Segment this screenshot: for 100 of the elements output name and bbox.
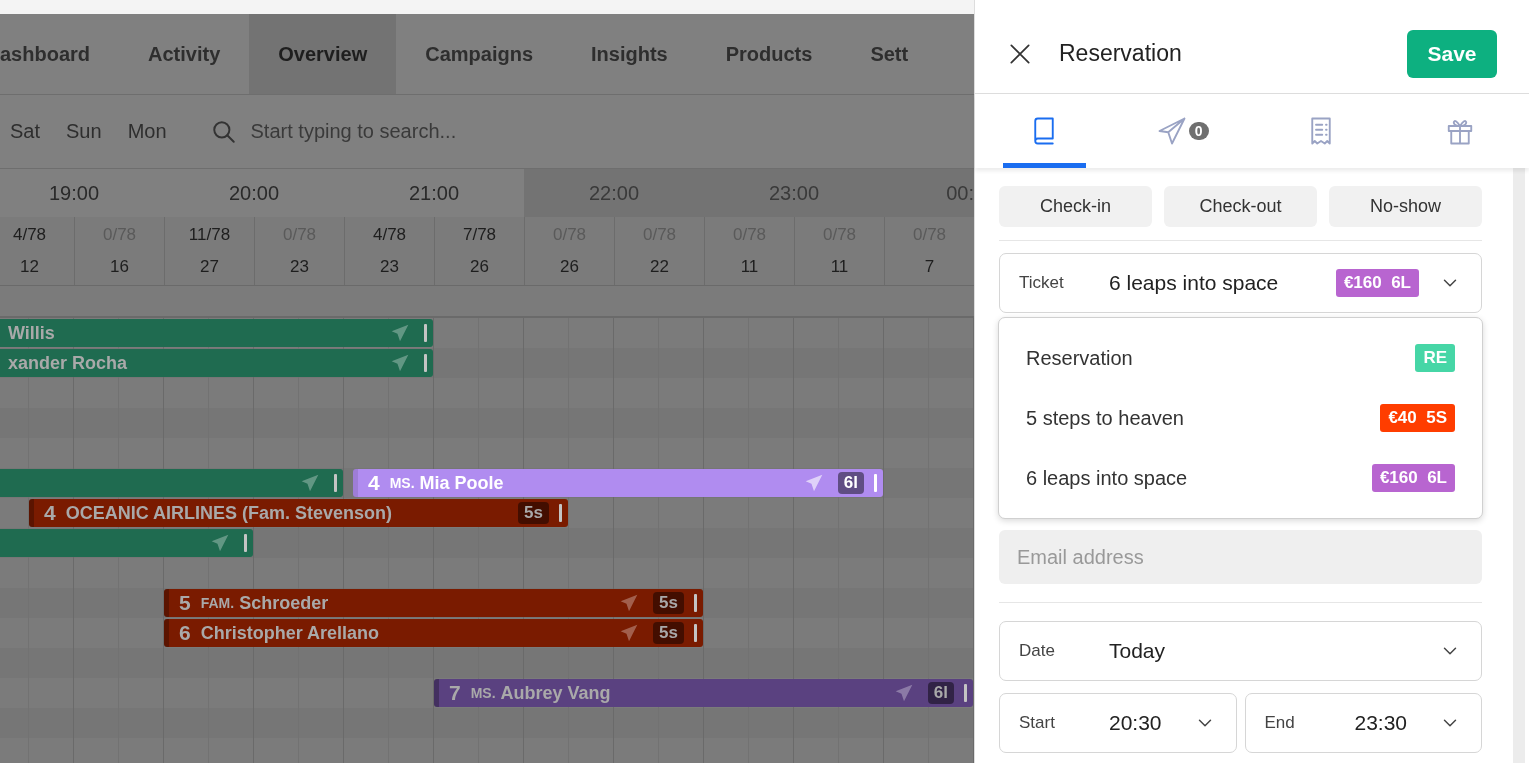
day-tab[interactable]: Sat bbox=[10, 120, 41, 143]
guest-title: MS. bbox=[470, 685, 496, 701]
reservation-bar[interactable]: 5 FAM. Schroeder 5s bbox=[164, 589, 703, 617]
party-size: 7 bbox=[449, 681, 461, 705]
slot-guests: 23 bbox=[290, 257, 309, 277]
search-field[interactable]: Start typing to search... bbox=[250, 120, 581, 143]
slot-guests: 12 bbox=[20, 257, 39, 277]
resize-handle[interactable] bbox=[694, 594, 697, 612]
field-label: Date bbox=[1019, 641, 1056, 661]
nav-tab[interactable]: Overview bbox=[249, 14, 397, 94]
action-button[interactable]: Check-in bbox=[999, 186, 1152, 227]
select-field[interactable]: End 23:30 bbox=[1244, 693, 1482, 753]
nav-tab[interactable]: Products bbox=[696, 14, 842, 94]
guest-name: Schroeder bbox=[239, 592, 329, 614]
party-size: 4 bbox=[368, 471, 380, 495]
option-label: Reservation bbox=[1026, 346, 1133, 370]
dropdown-option[interactable]: 6 leaps into space €160 6L bbox=[999, 448, 1482, 508]
hour-label: 00: bbox=[884, 169, 974, 217]
day-tab[interactable]: Mon bbox=[127, 120, 167, 143]
guest-name: Willis bbox=[8, 322, 55, 344]
slot-guests: 11 bbox=[740, 257, 759, 277]
party-size: 5 bbox=[179, 591, 191, 615]
guest-name: OCEANIC AIRLINES (Fam. Stevenson) bbox=[65, 502, 393, 524]
panel-tab[interactable]: 0 bbox=[1141, 94, 1224, 168]
guest-title: FAM. bbox=[200, 595, 235, 611]
slot-guests: 7 bbox=[924, 257, 935, 277]
resize-handle[interactable] bbox=[559, 504, 562, 522]
field-value: 23:30 bbox=[1354, 711, 1408, 735]
ticket-badge: 5s bbox=[653, 592, 684, 614]
ticket-badge: €160 6L bbox=[1371, 464, 1455, 492]
field-label: End bbox=[1264, 713, 1296, 733]
slot-guests: 16 bbox=[110, 257, 129, 277]
hour-label: 23:00 bbox=[704, 169, 884, 217]
resize-handle[interactable] bbox=[964, 684, 967, 702]
guest-name: Aubrey Vang bbox=[500, 682, 611, 704]
field-value: 6 leaps into space bbox=[1109, 271, 1279, 295]
paper-plane-icon bbox=[1156, 115, 1187, 147]
field-value: 20:30 bbox=[1109, 711, 1162, 735]
hour-label: 19:00 bbox=[0, 169, 164, 217]
panel-title: Reservation bbox=[1059, 40, 1183, 67]
party-size: 6 bbox=[179, 621, 191, 645]
field-value: Today bbox=[1109, 639, 1166, 663]
nav-tab[interactable]: ashboard bbox=[0, 14, 120, 94]
slot-guests: 23 bbox=[380, 257, 399, 277]
nav-tab[interactable]: Campaigns bbox=[396, 14, 563, 94]
field-label: Ticket bbox=[1019, 273, 1065, 293]
ticket-badge: 6l bbox=[927, 682, 954, 704]
ticket-badge: €40 5S bbox=[1380, 404, 1455, 432]
select-field[interactable]: Ticket 6 leaps into space €160 6L bbox=[999, 253, 1482, 313]
reservation-bar[interactable]: 6 Christopher Arellano 5s bbox=[164, 619, 703, 647]
ticket-badge: 5s bbox=[653, 622, 684, 644]
action-button[interactable]: Check-out bbox=[1164, 186, 1317, 227]
field-label: Start bbox=[1019, 713, 1056, 733]
slot-guests: 26 bbox=[470, 257, 489, 277]
select-field[interactable]: Date Today bbox=[999, 621, 1482, 681]
ticket-badge: 5s bbox=[518, 502, 549, 524]
day-tab[interactable]: Sun bbox=[66, 120, 102, 143]
reservation-bar[interactable] bbox=[0, 529, 253, 557]
slot-guests: 27 bbox=[200, 257, 219, 277]
guest-title: MS. bbox=[389, 475, 415, 491]
nav-tab[interactable]: Activity bbox=[119, 14, 250, 94]
ticket-badge: €160 6L bbox=[1335, 269, 1419, 297]
hour-label: 20:00 bbox=[164, 169, 344, 217]
guest-name: xander Rocha bbox=[8, 352, 128, 374]
slot-guests: 22 bbox=[650, 257, 669, 277]
resize-handle[interactable] bbox=[244, 534, 247, 552]
resize-handle[interactable] bbox=[424, 324, 427, 342]
guest-name: Christopher Arellano bbox=[200, 622, 380, 644]
reservation-bar[interactable]: 7 MS. Aubrey Vang 6l bbox=[434, 679, 973, 707]
nav-tab[interactable]: Insights bbox=[562, 14, 697, 94]
resize-handle[interactable] bbox=[874, 474, 877, 492]
slot-booked: 4/78 bbox=[372, 225, 407, 245]
action-button[interactable]: No-show bbox=[1329, 186, 1482, 227]
ticket-badge: 6l bbox=[837, 472, 864, 494]
count-badge: 0 bbox=[1188, 122, 1209, 140]
resize-handle[interactable] bbox=[334, 474, 337, 492]
slot-booked: 7/78 bbox=[462, 225, 497, 245]
reservation-bar[interactable]: 4 OCEANIC AIRLINES (Fam. Stevenson) 5s bbox=[29, 499, 568, 527]
option-label: 5 steps to heaven bbox=[1026, 406, 1184, 430]
option-label: 6 leaps into space bbox=[1026, 466, 1188, 490]
dropdown-option[interactable]: 5 steps to heaven €40 5S bbox=[999, 388, 1482, 448]
hour-label: 21:00 bbox=[344, 169, 524, 217]
reservation-bar[interactable] bbox=[0, 469, 343, 497]
select-field[interactable]: Start 20:30 bbox=[999, 693, 1237, 753]
nav-tab[interactable]: Sett bbox=[841, 14, 938, 94]
party-size: 4 bbox=[44, 501, 56, 525]
scrollbar[interactable] bbox=[1513, 168, 1525, 763]
reservation-bar[interactable]: 4 MS. Mia Poole 6l bbox=[353, 469, 883, 497]
slot-booked: 4/78 bbox=[12, 225, 47, 245]
guest-name: Mia Poole bbox=[419, 472, 504, 494]
ticket-badge: RE bbox=[1415, 344, 1455, 372]
resize-handle[interactable] bbox=[424, 354, 427, 372]
search-icon bbox=[210, 118, 237, 145]
resize-handle[interactable] bbox=[694, 624, 697, 642]
email-field[interactable]: Email address bbox=[999, 530, 1482, 584]
slot-guests: 26 bbox=[560, 257, 579, 277]
slot-booked: 11/78 bbox=[188, 225, 231, 245]
hour-label: 22:00 bbox=[524, 169, 704, 217]
slot-guests: 11 bbox=[830, 257, 849, 277]
dropdown-option[interactable]: Reservation RE bbox=[999, 328, 1482, 388]
